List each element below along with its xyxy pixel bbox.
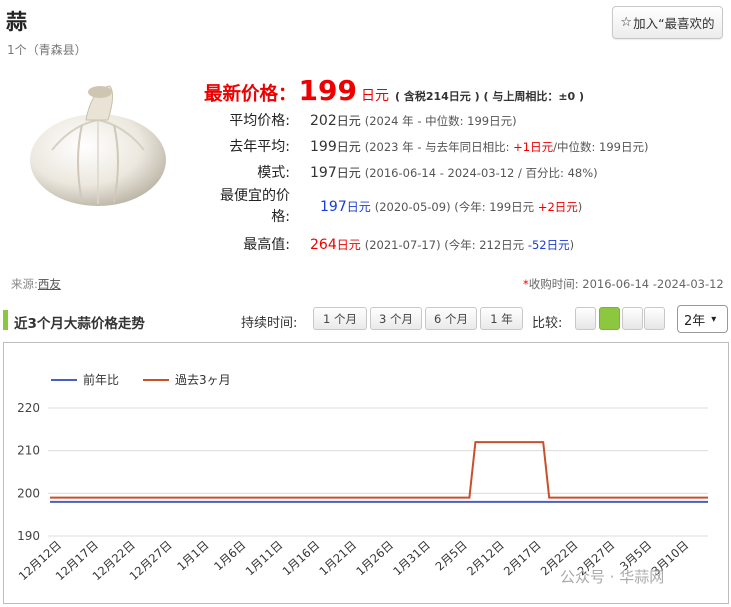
compare-option-1[interactable] — [575, 307, 596, 330]
x-tick-label: 1月21日 — [316, 538, 359, 578]
y-tick-label: 210 — [17, 444, 40, 458]
cheapest-price-row: 197日元 (2020-05-09) (今年: 199日元 +2日元) — [290, 198, 582, 215]
x-tick-label: 2月12日 — [464, 538, 507, 578]
duration-6-months-button[interactable]: 6 个月 — [425, 307, 477, 330]
x-tick-label: 1月26日 — [353, 538, 396, 578]
x-tick-label: 1月16日 — [280, 538, 323, 578]
average-price-label: 平均价格: — [229, 113, 290, 129]
cheapest-price-value: 197日元 — [320, 199, 371, 215]
mode-row: 模式: 197日元 (2016-06-14 - 2024-03-12 / 百分比… — [212, 162, 598, 182]
last-year-average-note: (2023 年 - 与去年同日相比: +1日元/中位数: 199日元) — [364, 140, 649, 154]
last-year-average-value: 199日元 — [310, 139, 361, 155]
compare-option-3[interactable] — [622, 307, 643, 330]
collection-period: *收购时间: 2016-06-14 -2024-03-12 — [523, 277, 724, 291]
duration-3-months-button[interactable]: 3 个月 — [370, 307, 422, 330]
watermark: 公众号 · 华蒜网 — [560, 568, 665, 586]
duration-1-month-button[interactable]: 1 个月 — [313, 307, 367, 330]
mode-value: 197日元 — [310, 165, 361, 181]
latest-price-unit: 日元 — [360, 88, 389, 104]
x-tick-label: 1月31日 — [390, 538, 433, 578]
chevron-down-icon: ▾ — [711, 313, 717, 325]
trend-section-title: 近3个月大蒜价格走势 — [14, 316, 145, 332]
y-tick-label: 220 — [17, 401, 40, 415]
latest-price-value: 199 — [298, 74, 357, 107]
highest-price-value: 264日元 — [310, 237, 361, 253]
legend-label: 過去3ヶ月 — [175, 373, 231, 387]
average-price-note: (2024 年 - 中位数: 199日元) — [364, 114, 517, 128]
y-tick-label: 200 — [17, 486, 40, 500]
duration-1-year-button[interactable]: 1 年 — [480, 307, 523, 330]
compare-label: 比较: — [532, 316, 563, 331]
last-year-average-label: 去年平均: — [229, 139, 290, 155]
add-favorite-label: 加入“最喜欢的 — [633, 16, 715, 31]
cheapest-price-label: 最便宜的价 格: — [220, 188, 290, 225]
duration-label: 持续时间: — [241, 316, 298, 331]
highest-price-label: 最高值: — [243, 237, 290, 253]
add-favorite-button[interactable]: ☆ 加入“最喜欢的 — [612, 6, 723, 39]
garlic-image — [30, 85, 166, 206]
legend-label: 前年比 — [83, 372, 119, 387]
last-year-average-row: 去年平均: 199日元 (2023 年 - 与去年同日相比: +1日元/中位数:… — [212, 136, 648, 156]
latest-price-row: 最新价格： 199 日元 ( 含税214日元 ) ( 与上周相比：±0 ) — [204, 74, 584, 107]
y-tick-label: 190 — [17, 529, 40, 543]
source-link[interactable]: 西友 — [38, 277, 61, 291]
latest-price-label: 最新价格： — [204, 84, 297, 105]
mode-note: (2016-06-14 - 2024-03-12 / 百分比: 48%) — [364, 166, 598, 180]
x-tick-label: 1月11日 — [243, 538, 286, 578]
price-trend-chart: 19020021022012月12日12月17日12月22日12月27日 1月1日… — [16, 372, 708, 583]
x-tick-label: 2月17日 — [501, 538, 544, 578]
compare-option-4[interactable] — [644, 307, 665, 330]
highest-price-row: 最高值: 264日元 (2021-07-17) (今年: 212日元 -52日元… — [212, 234, 574, 254]
x-tick-label: 1月1日 — [174, 538, 211, 574]
average-price-value: 202日元 — [310, 113, 361, 129]
product-title: 蒜 — [6, 10, 27, 34]
highest-price-note: (2021-07-17) (今年: 212日元 -52日元) — [364, 238, 575, 252]
latest-price-note: ( 含税214日元 ) ( 与上周相比：±0 ) — [394, 90, 585, 103]
mode-label: 模式: — [257, 165, 290, 181]
star-icon: ☆ — [620, 15, 633, 30]
product-subtitle: 1个（青森县） — [7, 43, 87, 57]
range-select[interactable]: 2年 ▾ — [677, 305, 728, 333]
average-price-row: 平均价格: 202日元 (2024 年 - 中位数: 199日元) — [212, 110, 517, 130]
compare-option-2[interactable] — [599, 307, 620, 330]
cheapest-price-note: (2020-05-09) (今年: 199日元 +2日元) — [374, 200, 583, 214]
source: 来源:西友 — [11, 277, 61, 291]
section-accent-bar — [3, 310, 8, 330]
